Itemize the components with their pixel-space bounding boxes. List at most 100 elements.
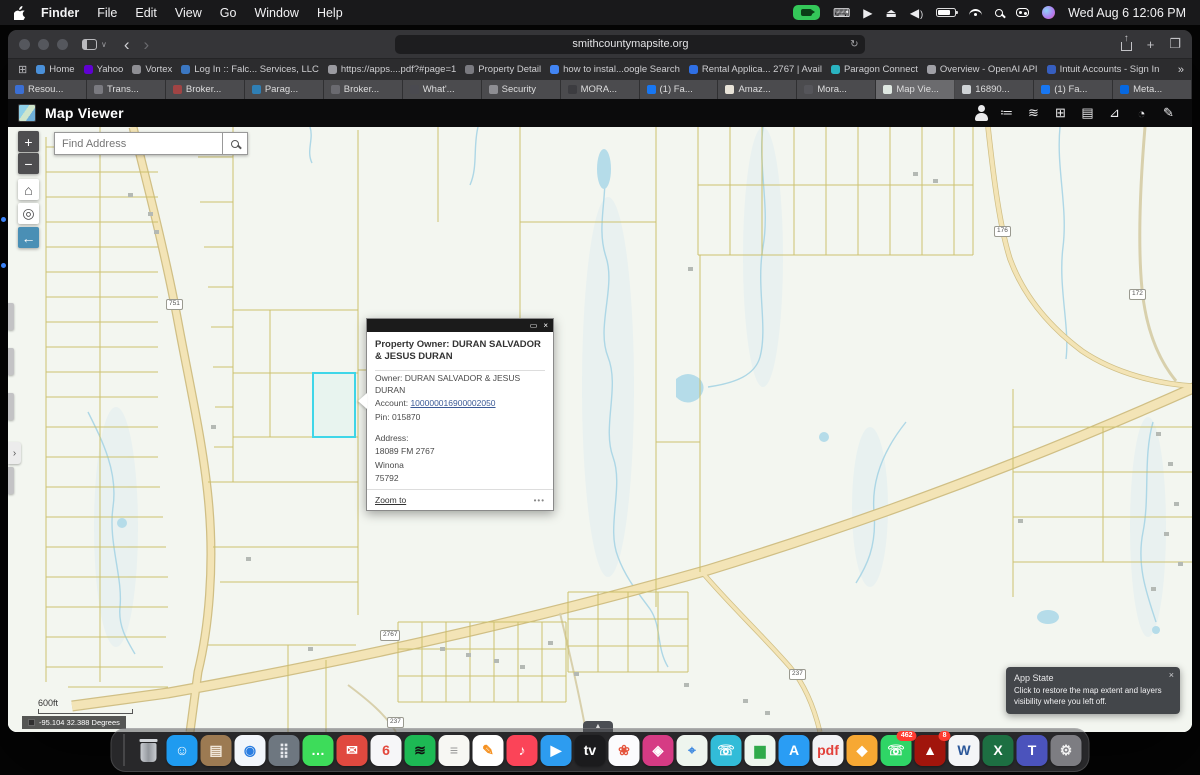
bookmark-item[interactable]: Intuit Accounts - Sign In (1047, 64, 1160, 75)
popup-close-icon[interactable]: × (543, 322, 548, 330)
keyboard-icon[interactable]: ⌨ (833, 6, 850, 20)
spotlight-icon[interactable] (995, 9, 1003, 17)
toast-close-icon[interactable]: × (1169, 670, 1174, 680)
excel-icon[interactable]: X (983, 735, 1014, 766)
zoom-window-button[interactable] (57, 39, 68, 50)
notes-icon[interactable]: ≡ (439, 735, 470, 766)
popup-dock-icon[interactable]: ▭ (530, 322, 538, 330)
bookmark-item[interactable]: Log In :: Falc... Services, LLC (181, 64, 319, 75)
pencil-app-icon[interactable]: ✎ (473, 735, 504, 766)
messages-icon[interactable]: … (303, 735, 334, 766)
popup-more-icon[interactable]: ••• (534, 496, 545, 505)
collapsed-panel-tab[interactable] (8, 393, 14, 420)
files-icon[interactable]: ▤ (201, 735, 232, 766)
battery-icon[interactable] (936, 8, 956, 17)
print-icon[interactable]: ▤ (1074, 105, 1101, 121)
basemap-icon[interactable]: ⊞ (1047, 105, 1074, 121)
bookmarks-grid-icon[interactable]: ⊞ (18, 63, 27, 76)
new-tab-button[interactable]: + (1147, 37, 1155, 52)
photos-icon[interactable]: ❀ (609, 735, 640, 766)
menu-go[interactable]: Go (211, 6, 246, 20)
browser-tab[interactable]: MORA... (561, 80, 640, 99)
safari-icon[interactable]: ◉ (235, 735, 266, 766)
bookmark-item[interactable]: Home (36, 64, 74, 75)
app-state-toast[interactable]: × App State Click to restore the map ext… (1006, 667, 1180, 714)
menu-view[interactable]: View (166, 6, 211, 20)
measure-icon[interactable]: ⊿ (1101, 105, 1128, 121)
browser-tab[interactable]: Security (482, 80, 561, 99)
browser-tab[interactable]: (1) Fa... (640, 80, 719, 99)
bookmark-item[interactable]: Yahoo (84, 64, 124, 75)
address-bar[interactable]: smithcountymapsite.org ↻ (395, 35, 865, 54)
search-button[interactable] (222, 132, 248, 155)
apple-logo-icon[interactable] (14, 6, 26, 20)
browser-tab[interactable]: Resou... (8, 80, 87, 99)
wifi-icon[interactable] (969, 9, 982, 16)
play-icon[interactable]: ▶ (863, 6, 872, 20)
bookmark-item[interactable]: Property Detail (465, 64, 541, 75)
back-button[interactable]: ‹ (117, 36, 137, 53)
finder-icon[interactable]: ☺ (167, 735, 198, 766)
expand-panel-arrow[interactable]: › (8, 442, 21, 464)
mail-icon[interactable]: ✉ (337, 735, 368, 766)
browser-tab[interactable]: Amaz... (718, 80, 797, 99)
overview-icon[interactable]: ◔ (1128, 106, 1155, 121)
legend-icon[interactable]: ≔ (993, 105, 1020, 121)
forward-button[interactable]: › (137, 36, 157, 53)
pdf-icon[interactable]: pdf (813, 735, 844, 766)
layers-icon[interactable]: ≋ (1020, 105, 1047, 121)
browser-tab[interactable]: Parag... (245, 80, 324, 99)
menu-help[interactable]: Help (308, 6, 352, 20)
zoom-to-link[interactable]: Zoom to (375, 495, 406, 505)
menu-clock[interactable]: Wed Aug 6 12:06 PM (1068, 6, 1186, 20)
browser-tab[interactable]: (1) Fa... (1034, 80, 1113, 99)
browser-tab[interactable]: What'... (403, 80, 482, 99)
bookmark-item[interactable]: https://apps....pdf?#page=1 (328, 64, 456, 75)
collapsed-panel-tab[interactable] (8, 467, 14, 494)
bookmarks-overflow-chevron[interactable]: » (1170, 59, 1192, 80)
facetime-icon[interactable]: ▶ (541, 735, 572, 766)
browser-tab[interactable]: 16890... (955, 80, 1034, 99)
active-app-name[interactable]: Finder (32, 6, 88, 20)
maps-icon[interactable]: ⌖ (677, 735, 708, 766)
settings-icon[interactable]: ⚙ (1051, 735, 1082, 766)
parcel-map-svg[interactable] (8, 127, 1192, 732)
control-center-icon[interactable] (1016, 8, 1029, 17)
zoom-in-button[interactable]: + (18, 131, 39, 152)
user-account-icon[interactable] (971, 105, 993, 122)
home-extent-button[interactable]: ⌂ (18, 179, 39, 200)
menu-edit[interactable]: Edit (126, 6, 166, 20)
browser-tab[interactable]: Trans... (87, 80, 166, 99)
draw-icon[interactable]: ✎ (1155, 105, 1182, 121)
app-orange-icon[interactable]: ◆ (847, 735, 878, 766)
teams-icon[interactable]: T (1017, 735, 1048, 766)
tabs-overview-icon[interactable]: ❐ (1169, 36, 1181, 52)
collapsed-panel-tab[interactable] (8, 303, 14, 330)
previous-extent-button[interactable]: ← (18, 227, 39, 248)
launchpad-icon[interactable]: ⣿ (269, 735, 300, 766)
appletv-icon[interactable]: tv (575, 735, 606, 766)
browser-tab[interactable]: Broker... (166, 80, 245, 99)
siri-icon[interactable] (1042, 6, 1055, 19)
word-icon[interactable]: W (949, 735, 980, 766)
bookmark-item[interactable]: Vortex (132, 64, 172, 75)
appstore-icon[interactable]: A (779, 735, 810, 766)
map-canvas[interactable]: + − ⌂ ◎ ← 751 176 172 2767 237 237 ▭ × P… (8, 127, 1192, 732)
locate-button[interactable]: ◎ (18, 203, 39, 224)
trash-icon[interactable] (133, 735, 164, 766)
browser-tab[interactable]: Meta... (1113, 80, 1192, 99)
menu-file[interactable]: File (88, 6, 126, 20)
reload-icon[interactable]: ↻ (850, 39, 858, 50)
minimize-window-button[interactable] (38, 39, 49, 50)
whatsapp-icon[interactable]: ☏ 462 (881, 735, 912, 766)
bookmark-item[interactable]: Paragon Connect (831, 64, 918, 75)
podcasts-icon[interactable]: ◈ (643, 735, 674, 766)
bookmark-item[interactable]: Overview - OpenAI API (927, 64, 1038, 75)
menu-window[interactable]: Window (245, 6, 307, 20)
bookmark-item[interactable]: how to instal...oogle Search (550, 64, 680, 75)
sidebar-chevron-icon[interactable]: ∨ (101, 40, 107, 49)
screen-recording-indicator-icon[interactable] (793, 5, 820, 20)
browser-tab[interactable]: Mora... (797, 80, 876, 99)
browser-tab[interactable]: Broker... (324, 80, 403, 99)
account-link[interactable]: 100000016900002050 (410, 398, 495, 408)
